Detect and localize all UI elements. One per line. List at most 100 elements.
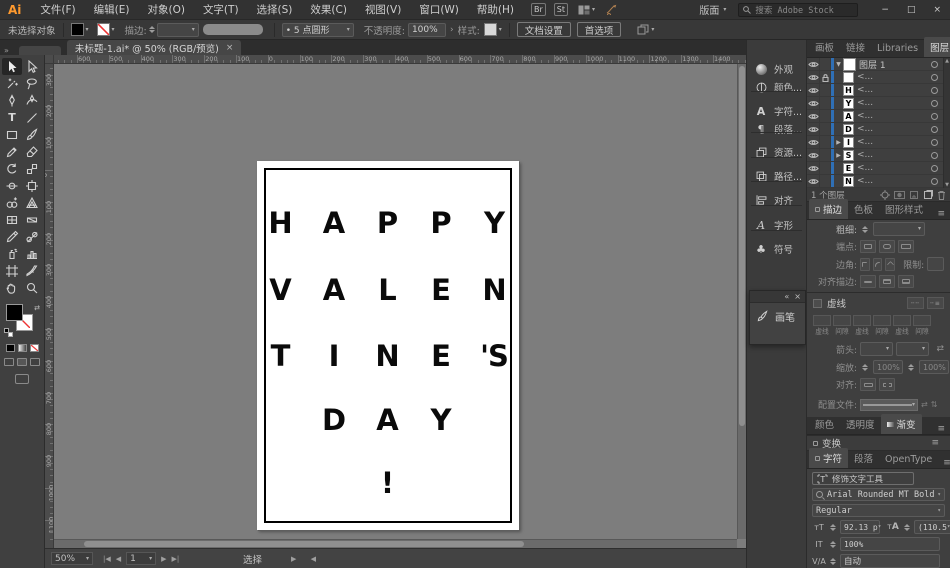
scale-stepper-0[interactable]: [862, 364, 868, 371]
layer-row[interactable]: ▶I<...: [807, 136, 950, 149]
dash-field-2[interactable]: [853, 315, 871, 326]
tool-hand[interactable]: [2, 279, 22, 296]
visibility-toggle[interactable]: [807, 110, 820, 122]
screen-mode-button[interactable]: [15, 374, 29, 384]
flip-along-icon[interactable]: ⇄: [921, 400, 928, 409]
panel-collapse-icon[interactable]: »: [0, 46, 13, 55]
tool-magic-wand[interactable]: [2, 75, 22, 92]
style-swatch[interactable]: [484, 23, 497, 36]
delete-layer-icon[interactable]: [937, 190, 946, 200]
menu-item-help[interactable]: 帮助(H): [468, 2, 523, 17]
vertical-scrollbar-thumb[interactable]: [739, 66, 745, 426]
tab-字符[interactable]: 字符: [809, 448, 848, 468]
leading-field[interactable]: (110.5▾: [914, 520, 950, 534]
none-mode-button[interactable]: [30, 344, 39, 352]
cap-butt-button[interactable]: [860, 240, 876, 253]
layer-row[interactable]: E<...: [807, 162, 950, 175]
opacity-field[interactable]: 100%: [408, 23, 446, 37]
draw-inside-button[interactable]: [30, 358, 40, 366]
tool-shape-builder[interactable]: [2, 194, 22, 211]
next-artboard-icon[interactable]: ▶: [161, 555, 166, 563]
dash-field-3[interactable]: [873, 315, 891, 326]
vertical-scale-stepper[interactable]: [830, 541, 836, 548]
stroke-weight-stepper[interactable]: [149, 26, 155, 33]
tool-symbol-sprayer[interactable]: [2, 245, 22, 262]
tab-渐变[interactable]: 渐变: [881, 414, 922, 434]
brushes-collapse-icon[interactable]: «: [784, 292, 789, 301]
fill-stroke-control[interactable]: ⇄: [4, 304, 40, 338]
fill-color-swatch[interactable]: [71, 23, 84, 36]
tool-width[interactable]: [2, 177, 22, 194]
tab-Libraries[interactable]: Libraries: [871, 40, 924, 57]
brushes-close-icon[interactable]: ×: [794, 292, 801, 301]
scale-stepper-1[interactable]: [908, 364, 914, 371]
tool-eraser[interactable]: [22, 143, 42, 160]
tool-blend[interactable]: [22, 228, 42, 245]
tool-mesh[interactable]: [2, 211, 22, 228]
tool-column-graph[interactable]: [22, 245, 42, 262]
style-chevron-icon[interactable]: ▾: [499, 27, 502, 33]
menu-item-edit[interactable]: 编辑(E): [85, 2, 139, 17]
arrow-start-field[interactable]: ▾: [860, 342, 893, 356]
layer-name[interactable]: <...: [854, 176, 931, 186]
corner-round-button[interactable]: [873, 258, 883, 271]
cap-round-button[interactable]: [879, 240, 895, 253]
dash-align-button[interactable]: ╌≡: [927, 297, 944, 309]
visibility-toggle[interactable]: [807, 58, 820, 70]
menu-item-view[interactable]: 视图(V): [356, 2, 410, 17]
layer-target-icon[interactable]: [931, 61, 938, 68]
layers-scrollbar[interactable]: ▲▼: [943, 58, 950, 188]
tab-menu-icon[interactable]: ≡: [938, 458, 950, 468]
panel-dock-item-appearance[interactable]: 外观: [747, 60, 806, 78]
profile-field[interactable]: ▾: [860, 399, 918, 411]
arrow-end-field[interactable]: ▾: [896, 342, 929, 356]
layer-row[interactable]: Y<...: [807, 97, 950, 110]
minimize-button[interactable]: −: [872, 5, 898, 15]
maximize-button[interactable]: □: [898, 5, 925, 15]
default-fill-stroke-icon[interactable]: [4, 328, 12, 336]
layer-row[interactable]: A<...: [807, 110, 950, 123]
layer-target-icon[interactable]: [931, 74, 938, 81]
lock-toggle[interactable]: [820, 149, 831, 161]
tab-链接[interactable]: 链接: [840, 37, 871, 57]
limit-field[interactable]: [927, 257, 944, 271]
arrow-align-end-button[interactable]: [879, 378, 895, 391]
isolate-icon[interactable]: ▾: [637, 24, 654, 35]
transform-menu-icon[interactable]: ≡: [926, 438, 944, 448]
tool-rotate[interactable]: [2, 160, 22, 177]
touch-type-tool-button[interactable]: T 修饰文字工具: [812, 472, 914, 485]
layer-row[interactable]: <...: [807, 71, 950, 84]
panel-dock-item-character[interactable]: A字符...: [747, 102, 806, 120]
layer-name[interactable]: <...: [854, 137, 931, 147]
status-bar-options-icon[interactable]: ▶ ◀: [291, 555, 322, 563]
align-outside-button[interactable]: [898, 275, 914, 288]
layer-thumbnail[interactable]: [843, 72, 854, 83]
visibility-toggle[interactable]: [807, 136, 820, 148]
fill-swatch[interactable]: [6, 304, 23, 321]
stroke-color-swatch[interactable]: [97, 23, 110, 36]
panel-dock-item-color[interactable]: 颜色...: [747, 78, 806, 96]
document-tab[interactable]: 未标题-1.ai* @ 50% (RGB/预览) ×: [67, 40, 242, 55]
tool-perspective-grid[interactable]: [22, 194, 42, 211]
tab-menu-icon[interactable]: ≡: [932, 209, 950, 219]
layer-row[interactable]: ▶S<...: [807, 149, 950, 162]
dashed-line-checkbox[interactable]: [813, 299, 822, 308]
scale-field-1[interactable]: 100%: [919, 360, 949, 374]
layer-row[interactable]: D<...: [807, 123, 950, 136]
visibility-toggle[interactable]: [807, 162, 820, 174]
ruler-origin-corner[interactable]: [45, 55, 54, 64]
toolbar-grip[interactable]: [19, 46, 61, 55]
layer-name[interactable]: <...: [854, 72, 931, 82]
workspace-switcher[interactable]: 版面▾: [699, 2, 726, 17]
layer-target-icon[interactable]: [931, 113, 938, 120]
visibility-toggle[interactable]: [807, 97, 820, 109]
layer-name[interactable]: <...: [854, 85, 931, 95]
layer-target-icon[interactable]: [931, 178, 938, 185]
horizontal-ruler[interactable]: 6005004003002001000100200300400500600700…: [54, 55, 746, 64]
visibility-toggle[interactable]: [807, 175, 820, 187]
first-artboard-icon[interactable]: |◀: [103, 555, 111, 563]
tool-direct-selection[interactable]: [22, 58, 42, 75]
layer-thumbnail[interactable]: [843, 58, 856, 71]
visibility-toggle[interactable]: [807, 71, 820, 83]
stroke-chevron-icon[interactable]: ▾: [112, 27, 115, 33]
